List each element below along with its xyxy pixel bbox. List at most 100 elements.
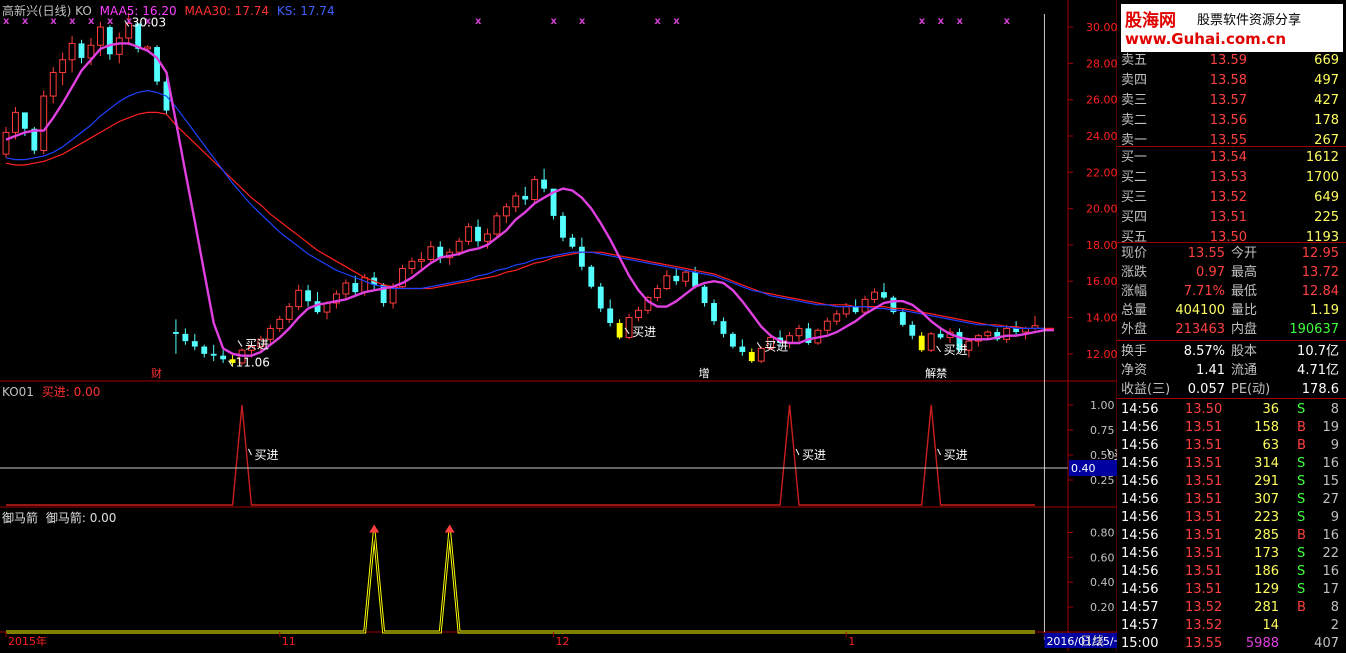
ko01-title: KO01 (2, 385, 34, 399)
tick-row: 14:56 13.51 129 S 17 (1121, 581, 1343, 599)
annotation-label: 买进 (245, 338, 269, 352)
period-label: 日线 (1080, 634, 1104, 648)
stat-label: 最低 (1231, 284, 1258, 299)
ko01-header: KO01 买进: 0.00 (2, 383, 100, 400)
tick-time: 14:57 (1121, 618, 1159, 633)
tick-side: S (1297, 546, 1306, 561)
y-tick-label: 20.00 (1086, 203, 1118, 216)
ma5-value: MAA5: 16.20 (99, 4, 177, 18)
panel-divider (1117, 146, 1346, 147)
fund-label: 股本 (1231, 344, 1258, 359)
ask-volume: 427 (1314, 93, 1339, 108)
candle (711, 299, 717, 325)
bid-volume: 1612 (1305, 150, 1339, 165)
candle-body (871, 291, 878, 300)
stat-row: 外盘 213463 内盘 190637 (1121, 321, 1343, 339)
tick-volume: 223 (1254, 510, 1279, 525)
candle-body (881, 292, 887, 298)
tick-row: 14:56 13.51 63 B 9 (1121, 437, 1343, 455)
bid-label: 买三 (1121, 190, 1148, 205)
top-mark: x (956, 16, 963, 27)
ask-label: 卖五 (1121, 53, 1148, 68)
tick-volume: 307 (1254, 492, 1279, 507)
candle-body (389, 286, 397, 304)
tick-volume: 158 (1254, 420, 1279, 435)
candle (154, 45, 160, 86)
candle-body (305, 290, 312, 302)
tick-side: S (1297, 474, 1306, 489)
tick-volume: 173 (1254, 546, 1279, 561)
candle-body (285, 306, 293, 320)
fund-value: 10.7亿 (1297, 344, 1339, 359)
candle-body (502, 206, 510, 217)
panel-divider (1117, 242, 1346, 243)
tick-volume: 63 (1262, 438, 1279, 453)
candle-body (711, 303, 717, 322)
tick-time: 14:56 (1121, 402, 1159, 417)
candle-body (795, 327, 803, 337)
bid-price: 13.53 (1209, 170, 1247, 185)
ko01-y-tick-label: 0.75 (1090, 424, 1115, 437)
tick-count: 9 (1330, 438, 1339, 453)
candle-body (154, 47, 160, 82)
tick-price: 13.51 (1185, 474, 1223, 489)
tick-volume: 314 (1254, 456, 1279, 471)
stat-value: 13.72 (1301, 265, 1339, 280)
crosshair-value: 0.40 (1071, 462, 1096, 475)
candle-body (427, 246, 435, 260)
candle-body (541, 179, 548, 189)
yuma-y-tick-label: 0.40 (1090, 576, 1115, 589)
tick-volume: 14 (1262, 618, 1279, 633)
candle-body (909, 324, 916, 336)
top-mark: x (673, 16, 680, 27)
candle-body (748, 352, 755, 362)
bid-price: 13.52 (1209, 190, 1247, 205)
y-tick-label: 28.00 (1086, 57, 1118, 70)
ask-volume: 497 (1314, 73, 1339, 88)
tick-count: 2 (1330, 618, 1339, 633)
tick-time: 14:56 (1121, 546, 1159, 561)
tick-price: 13.52 (1185, 600, 1223, 615)
tick-price: 13.52 (1185, 618, 1223, 633)
fund-value: 1.41 (1196, 363, 1225, 378)
event-label: 增 (699, 366, 710, 380)
tick-count: 407 (1314, 636, 1339, 651)
tick-row: 14:56 13.51 307 S 27 (1121, 491, 1343, 509)
candle-body (210, 353, 217, 356)
ask-row: 卖四 13.58 497 (1121, 72, 1343, 90)
ask-volume: 669 (1314, 53, 1339, 68)
tick-volume: 36 (1262, 402, 1279, 417)
candle-body (475, 226, 481, 242)
tick-row: 14:56 13.51 158 B 19 (1121, 419, 1343, 437)
top-mark: x (938, 16, 945, 27)
candle-body (2, 131, 10, 155)
bid-row: 买三 13.52 649 (1121, 189, 1343, 207)
ko01-y-tick-label: 1.00 (1090, 399, 1115, 412)
candle-body (635, 309, 642, 319)
stat-label: 最高 (1231, 265, 1258, 280)
candle (597, 283, 604, 313)
tick-count: 22 (1322, 546, 1339, 561)
y-tick-label: 12.00 (1086, 348, 1118, 361)
annotation-label: 11.06 (236, 356, 270, 370)
tick-time: 14:56 (1121, 564, 1159, 579)
tick-side: S (1297, 564, 1306, 579)
bid-volume: 1700 (1305, 170, 1339, 185)
y-tick-label: 30.00 (1086, 21, 1118, 34)
tick-price: 13.51 (1185, 510, 1223, 525)
stat-label: 外盘 (1121, 322, 1148, 337)
yuma-header: 御马箭 御马箭: 0.00 (2, 509, 116, 526)
top-mark: x (1004, 16, 1011, 27)
yuma-y-tick-label: 0.20 (1090, 601, 1115, 614)
candle-body (692, 272, 699, 287)
tick-side: B (1297, 528, 1306, 543)
yuma-title: 御马箭 (2, 511, 39, 525)
fund-label: 流通 (1231, 363, 1258, 378)
tick-count: 8 (1330, 600, 1339, 615)
main-chart-header: 高新兴(日线) KO MAA5: 16.20 MAA30: 17.74 KS: … (2, 2, 335, 19)
stat-label: 量比 (1231, 303, 1258, 318)
stat-value: 12.84 (1301, 284, 1339, 299)
logo-slogan: 股票软件资源分享 (1197, 13, 1302, 28)
tick-count: 8 (1330, 402, 1339, 417)
event-label: 财 (151, 366, 162, 380)
